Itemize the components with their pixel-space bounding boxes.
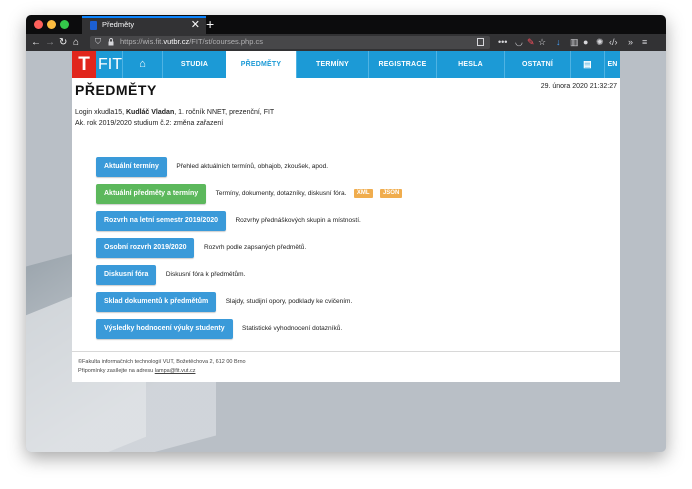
browser-window: Předměty ✕ + ← → ↻ ⌂ ⛉ https://wis.fit.v… (26, 15, 666, 452)
action-description: Rozvrhy přednáškových skupin a místností… (235, 217, 361, 224)
page-title: PŘEDMĚTY (75, 82, 157, 98)
menu-item-predmety[interactable]: PŘEDMĚTY (226, 51, 296, 78)
back-arrow-icon[interactable]: ← (31, 35, 41, 50)
maximize-window-button[interactable] (60, 20, 69, 29)
addon-icon[interactable]: ✺ (596, 36, 604, 48)
study-info: Ak. rok 2019/2020 studium č.2: změna zař… (75, 120, 224, 127)
reload-icon[interactable]: ↻ (59, 35, 67, 50)
tab-title: Předměty (102, 20, 135, 29)
main-menu: T FIT ⌂ STUDIA PŘEDMĚTY TERMÍNY REGISTRA… (72, 51, 620, 78)
action-row: Aktuální předměty a termíny Termíny, dok… (96, 184, 403, 204)
page-viewport: T FIT ⌂ STUDIA PŘEDMĚTY TERMÍNY REGISTRA… (26, 51, 666, 452)
menu-item-hesla[interactable]: HESLA (436, 51, 504, 78)
overflow-chevron-icon[interactable]: » (628, 36, 633, 48)
bookmark-star-icon[interactable]: ☆ (538, 36, 546, 48)
action-description: Přehled aktuálních termínů, obhajob, zko… (176, 163, 329, 170)
reader-view-icon[interactable] (477, 38, 484, 46)
current-terms-button[interactable]: Aktuální termíny (96, 157, 167, 177)
fit-logo[interactable]: T FIT (72, 51, 122, 78)
developer-tools-icon[interactable]: ‹/› (609, 36, 618, 48)
account-icon[interactable]: ● (583, 36, 588, 48)
action-description: Diskusní fóra k předmětům. (165, 271, 246, 278)
footer-divider (72, 351, 620, 352)
tracking-shield-icon[interactable]: ⛉ (95, 37, 101, 47)
action-row: Sklad dokumentů k předmětům Slajdy, stud… (96, 292, 352, 312)
logo-letter: T (72, 51, 96, 78)
more-actions-icon[interactable]: ••• (498, 36, 507, 48)
action-description: Slajdy, studijní opory, podklady ke cvič… (225, 298, 353, 305)
hamburger-menu-icon[interactable]: ≡ (642, 36, 647, 48)
summer-schedule-button[interactable]: Rozvrh na letní semestr 2019/2020 (96, 211, 227, 231)
library-icon[interactable]: ▥ (570, 36, 579, 48)
url-text[interactable]: https://wis.fit.vutbr.cz/FIT/st/courses.… (120, 37, 263, 46)
close-window-button[interactable] (34, 20, 43, 29)
forward-arrow-icon[interactable]: → (45, 35, 55, 50)
user-info: Login xkudla15, Kudláč Vladan, 1. ročník… (75, 109, 275, 116)
current-courses-button[interactable]: Aktuální předměty a termíny (96, 184, 207, 204)
tab-close-icon[interactable]: ✕ (191, 18, 200, 31)
evaluation-results-button[interactable]: Výsledky hodnocení výuky studenty (96, 319, 233, 339)
browser-tab[interactable]: Předměty ✕ (82, 16, 206, 34)
personal-schedule-button[interactable]: Osobní rozvrh 2019/2020 (96, 238, 195, 258)
favicon-icon (90, 21, 97, 30)
extension-icon[interactable]: ✎ (527, 36, 535, 48)
pocket-icon[interactable]: ◡ (515, 36, 523, 48)
footer-contact: Připomínky zasílejte na adresu lampa@fit… (78, 368, 196, 374)
user-name: Kudláč Vladan (125, 109, 175, 116)
action-row: Aktuální termíny Přehled aktuálních term… (96, 157, 328, 177)
menu-home-icon[interactable]: ⌂ (122, 51, 162, 78)
home-icon[interactable]: ⌂ (73, 35, 79, 50)
action-row: Diskusní fóra Diskusní fóra k předmětům. (96, 265, 245, 285)
action-row: Rozvrh na letní semestr 2019/2020 Rozvrh… (96, 211, 361, 231)
action-description: Termíny, dokumenty, dotazníky, diskusní … (215, 190, 347, 197)
contact-email-link[interactable]: lampa@fit.vut.cz (155, 368, 196, 374)
discussion-forums-button[interactable]: Diskusní fóra (96, 265, 157, 285)
documents-store-button[interactable]: Sklad dokumentů k předmětům (96, 292, 217, 312)
footer-address: ©Fakulta informačních technologií VUT, B… (78, 359, 246, 365)
menu-item-ostatni[interactable]: OSTATNÍ (504, 51, 570, 78)
menu-item-studia[interactable]: STUDIA (162, 51, 226, 78)
minimize-window-button[interactable] (47, 20, 56, 29)
json-export-link[interactable]: JSON (379, 189, 403, 198)
action-row: Výsledky hodnocení výuky studenty Statis… (96, 319, 342, 339)
menu-item-registrace[interactable]: REGISTRACE (368, 51, 436, 78)
lock-icon (108, 38, 114, 46)
page-container: T FIT ⌂ STUDIA PŘEDMĚTY TERMÍNY REGISTRA… (72, 51, 620, 382)
downloads-icon[interactable]: ↓ (556, 36, 561, 48)
action-row: Osobní rozvrh 2019/2020 Rozvrh podle zap… (96, 238, 306, 258)
tab-bar: Předměty ✕ + (26, 15, 666, 34)
navigation-toolbar: ← → ↻ ⌂ ⛉ https://wis.fit.vutbr.cz/FIT/s… (26, 34, 666, 51)
language-en-link[interactable]: EN (604, 51, 620, 78)
logo-text: FIT (98, 56, 122, 73)
menu-item-terminy[interactable]: TERMÍNY (296, 51, 368, 78)
action-description: Statistické vyhodnocení dotazníků. (242, 325, 343, 332)
new-tab-button[interactable]: + (206, 15, 214, 33)
action-description: Rozvrh podle zapsaných předmětů. (203, 244, 307, 251)
xml-export-link[interactable]: XML (353, 189, 373, 198)
url-bar[interactable]: ⛉ https://wis.fit.vutbr.cz/FIT/st/course… (90, 36, 490, 49)
print-icon[interactable]: ▤ (570, 51, 604, 78)
current-datetime: 29. února 2020 21:32:27 (540, 83, 617, 90)
